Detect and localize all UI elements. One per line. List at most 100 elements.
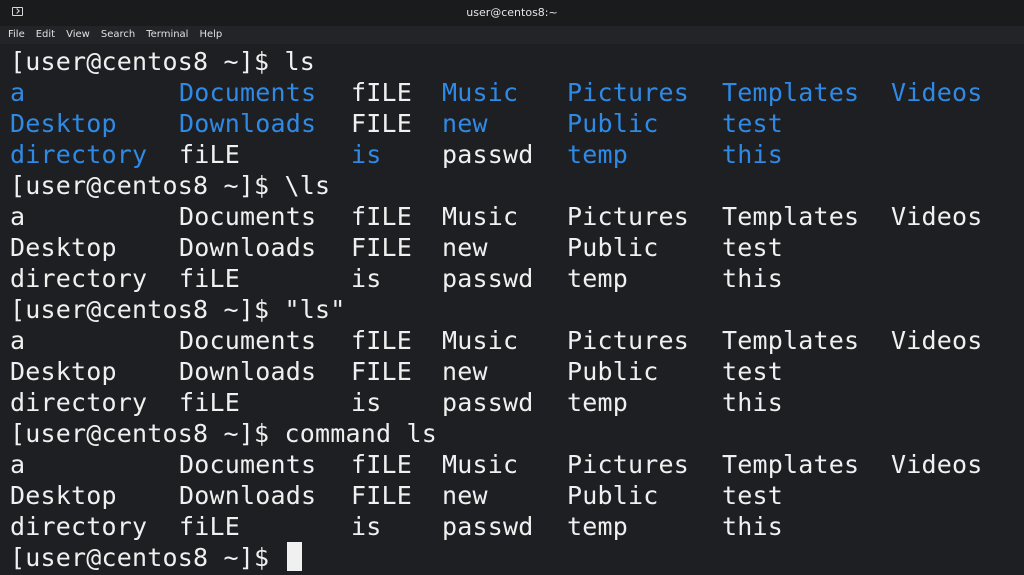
terminal-window: user@centos8:~ File Edit View Search Ter…	[0, 0, 1024, 575]
listing-entry: this	[722, 264, 784, 293]
listing-entry: a	[10, 450, 26, 479]
listing-entry: Music	[442, 202, 519, 231]
listing-entry: Downloads	[179, 357, 317, 386]
listing-entry: Templates	[722, 450, 860, 479]
listing-entry: directory	[10, 264, 148, 293]
listing-entry: fILE	[351, 78, 413, 107]
listing-entry: this	[722, 512, 784, 541]
listing-row: a Documents fILE Music Pictures Templates Vide…	[10, 201, 982, 232]
listing-row: a Documents fILE Music Pictures Templates Vide…	[10, 449, 982, 480]
menu-edit[interactable]: Edit	[36, 26, 55, 44]
listing-entry: fILE	[351, 202, 413, 231]
title-bar[interactable]: user@centos8:~	[0, 0, 1024, 27]
listing-entry: Desktop	[10, 233, 117, 262]
listing-entry: this	[722, 140, 784, 169]
listing-entry: FILE	[351, 233, 413, 262]
listing-entry: Public	[567, 233, 659, 262]
listing-entry: Documents	[179, 78, 317, 107]
listing-entry: Templates	[722, 326, 860, 355]
listing-row: Desktop Downloads FILE new Public test	[10, 480, 783, 511]
listing-entry: Videos	[891, 78, 983, 107]
listing-entry: temp	[567, 388, 629, 417]
listing-entry: Pictures	[567, 202, 690, 231]
listing-entry: Pictures	[567, 450, 690, 479]
listing-entry: Music	[442, 450, 519, 479]
terminal-output[interactable]: [user@centos8 ~]$ ls a Documents fILE Music P…	[0, 44, 1024, 575]
menu-file[interactable]: File	[8, 26, 25, 44]
command-line: [user@centos8 ~]$ "ls"	[10, 294, 437, 325]
listing-entry: passwd	[442, 140, 534, 169]
command-text: \ls	[284, 171, 331, 200]
listing-entry: is	[351, 140, 382, 169]
menu-help[interactable]: Help	[199, 26, 222, 44]
listing-entry: Documents	[179, 202, 317, 231]
listing-entry: test	[722, 109, 784, 138]
command-text: ls	[284, 47, 316, 76]
listing-entry: new	[442, 357, 488, 386]
listing-entry: a	[10, 202, 26, 231]
listing-entry: fiLE	[179, 264, 241, 293]
listing-entry: is	[351, 388, 382, 417]
listing-entry: Music	[442, 326, 519, 355]
listing-entry: fiLE	[179, 388, 241, 417]
listing-entry: Documents	[179, 326, 317, 355]
listing-entry: passwd	[442, 512, 534, 541]
listing-entry: new	[442, 481, 488, 510]
listing-entry: directory	[10, 140, 148, 169]
prompt: [user@centos8 ~]$	[10, 47, 285, 76]
listing-entry: Public	[567, 109, 659, 138]
listing-entry: new	[442, 109, 488, 138]
terminal-text: [user@centos8 ~]$ ls a Documents fILE Music P…	[10, 46, 982, 573]
listing-entry: directory	[10, 512, 148, 541]
command-line: [user@centos8 ~]$ command ls	[10, 418, 437, 449]
listing-entry: Desktop	[10, 481, 117, 510]
listing-row: Desktop Downloads FILE new Public test	[10, 356, 783, 387]
listing-entry: temp	[567, 140, 629, 169]
listing-entry: new	[442, 233, 488, 262]
listing-entry: test	[722, 233, 784, 262]
command-text: "ls"	[284, 295, 346, 324]
listing-entry: fILE	[351, 326, 413, 355]
listing-entry: passwd	[442, 388, 534, 417]
listing-row: Desktop Downloads FILE new Public test	[10, 108, 783, 139]
command-line: [user@centos8 ~]$ ls	[10, 46, 437, 77]
menu-terminal[interactable]: Terminal	[146, 26, 188, 44]
listing-entry: FILE	[351, 109, 413, 138]
listing-entry: Music	[442, 78, 519, 107]
window-title: user@centos8:~	[466, 6, 558, 19]
prompt: [user@centos8 ~]$	[10, 419, 285, 448]
prompt: [user@centos8 ~]$	[10, 543, 285, 572]
listing-row: directory fiLE is passwd temp this	[10, 263, 783, 294]
listing-entry: this	[722, 388, 784, 417]
active-prompt-line[interactable]: [user@centos8 ~]$	[10, 542, 437, 573]
command-line: [user@centos8 ~]$ \ls	[10, 170, 437, 201]
prompt: [user@centos8 ~]$	[10, 295, 285, 324]
listing-entry: fiLE	[179, 512, 241, 541]
prompt: [user@centos8 ~]$	[10, 171, 285, 200]
listing-entry: Videos	[891, 450, 983, 479]
listing-row: a Documents fILE Music Pictures Templates Vide…	[10, 77, 982, 108]
listing-row: Desktop Downloads FILE new Public test	[10, 232, 783, 263]
listing-entry: Desktop	[10, 109, 117, 138]
menu-view[interactable]: View	[66, 26, 90, 44]
listing-entry: passwd	[442, 264, 534, 293]
listing-entry: Videos	[891, 202, 983, 231]
listing-entry: is	[351, 512, 382, 541]
listing-entry: a	[10, 326, 26, 355]
listing-row: directory fiLE is passwd temp this	[10, 387, 783, 418]
menu-search[interactable]: Search	[101, 26, 135, 44]
listing-entry: Pictures	[567, 78, 690, 107]
listing-row: a Documents fILE Music Pictures Templates Vide…	[10, 325, 982, 356]
listing-entry: a	[10, 78, 26, 107]
listing-entry: is	[351, 264, 382, 293]
listing-entry: Templates	[722, 202, 860, 231]
listing-entry: directory	[10, 388, 148, 417]
listing-entry: Pictures	[567, 326, 690, 355]
listing-entry: Public	[567, 357, 659, 386]
menu-bar: File Edit View Search Terminal Help	[0, 26, 1024, 44]
listing-row: directory fiLE is passwd temp this	[10, 511, 783, 542]
listing-entry: test	[722, 481, 784, 510]
listing-row: directory fiLE is passwd temp this	[10, 139, 783, 170]
listing-entry: test	[722, 357, 784, 386]
listing-entry: Downloads	[179, 481, 317, 510]
